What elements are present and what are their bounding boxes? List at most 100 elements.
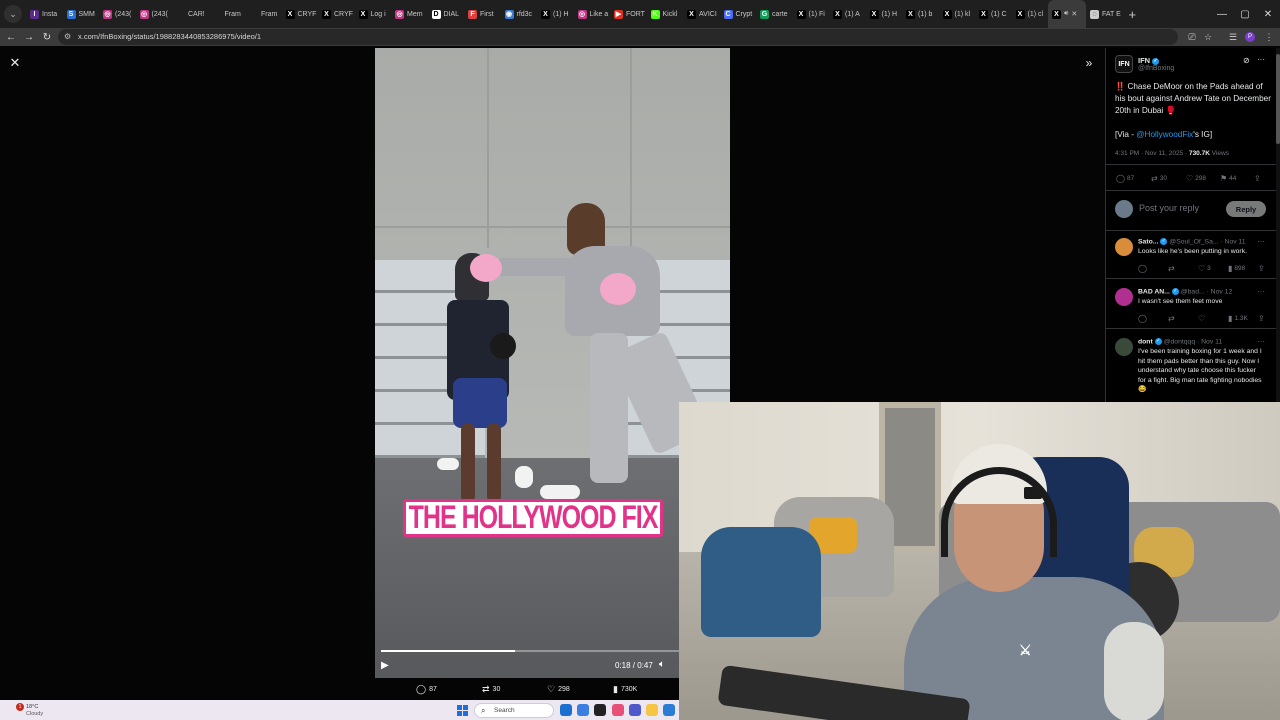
- file-explorer-icon[interactable]: [646, 704, 658, 716]
- site-info-icon[interactable]: ⚙: [64, 32, 71, 41]
- browser-tab[interactable]: ◎ (243(: [136, 0, 173, 28]
- reply-author-name[interactable]: dont: [1138, 338, 1153, 345]
- browser-menu-icon[interactable]: ⋮: [1262, 30, 1276, 44]
- browser-tab[interactable]: ▶ FORT: [610, 0, 647, 28]
- play-icon[interactable]: ▶: [381, 660, 393, 672]
- weather-widget[interactable]: 1 18°C Cloudy: [14, 703, 54, 719]
- browser-tab[interactable]: C Crypt: [720, 0, 757, 28]
- reply-date[interactable]: · Nov 12: [1207, 288, 1233, 295]
- close-window-icon[interactable]: ✕: [1256, 0, 1280, 28]
- forward-icon[interactable]: →: [22, 30, 36, 44]
- speaker-icon[interactable]: 🔊︎: [1064, 10, 1068, 18]
- extensions-icon[interactable]: ☰: [1226, 30, 1240, 44]
- likes-stat[interactable]: ♡ 298: [547, 683, 570, 695]
- taskbar-search[interactable]: ⌕ Search: [474, 703, 554, 718]
- reply-action[interactable]: ⇪: [1258, 314, 1267, 323]
- browser-tab[interactable]: X CRYF: [282, 0, 319, 28]
- reply-button[interactable]: Reply: [1226, 201, 1266, 217]
- browser-tab[interactable]: X (1) Fi: [793, 0, 830, 28]
- reply-author-handle[interactable]: @dontqqq: [1164, 338, 1195, 345]
- author-name[interactable]: IFN ✓: [1138, 56, 1160, 65]
- copilot-app-icon[interactable]: [577, 704, 589, 716]
- terminal-app-icon[interactable]: [594, 704, 606, 716]
- reply-author-name[interactable]: BAD AN...: [1138, 288, 1170, 295]
- sidebar-scrollbar[interactable]: [1276, 48, 1280, 403]
- author-avatar[interactable]: IFN: [1115, 55, 1133, 73]
- profile-avatar[interactable]: P: [1243, 30, 1257, 44]
- reply-action[interactable]: ▮ 898: [1228, 264, 1245, 273]
- browser-tab[interactable]: ◎ (243(: [99, 0, 136, 28]
- browser-tab[interactable]: F First: [464, 0, 501, 28]
- reply-date[interactable]: · Nov 11: [1220, 238, 1245, 245]
- url-bar[interactable]: ⚙ x.com/IfnBoxing/status/198828344085328…: [58, 29, 1178, 45]
- browser-tab[interactable]: ◉ rfd3c: [501, 0, 538, 28]
- close-media-viewer-icon[interactable]: ✕: [8, 55, 22, 70]
- share-icon[interactable]: ⇪: [1254, 174, 1263, 183]
- tweet-like-action[interactable]: ♡ 298: [1186, 174, 1206, 183]
- reply-input[interactable]: Post your reply: [1139, 203, 1199, 213]
- browser-tab[interactable]: X (1) H: [537, 0, 574, 28]
- browser-tab[interactable]: X (1) H: [866, 0, 903, 28]
- cast-icon[interactable]: ⎚: [1185, 30, 1199, 44]
- browser-tab[interactable]: I Insta: [26, 0, 63, 28]
- more-options-icon[interactable]: ···: [1257, 55, 1265, 64]
- reply-action[interactable]: ◯: [1138, 264, 1149, 273]
- close-tab-icon[interactable]: ✕: [1071, 10, 1077, 18]
- my-avatar[interactable]: [1115, 200, 1133, 218]
- via-mention-link[interactable]: @HollywoodFix: [1136, 130, 1193, 139]
- browser-tab[interactable]: ◎ Mem: [391, 0, 428, 28]
- reply-more-icon[interactable]: ···: [1257, 237, 1265, 246]
- back-icon[interactable]: ←: [4, 30, 18, 44]
- reply-action[interactable]: ⇪: [1258, 264, 1267, 273]
- reload-icon[interactable]: ↻: [40, 30, 54, 44]
- maximize-icon[interactable]: ▢: [1233, 0, 1257, 28]
- windows-start-icon[interactable]: [457, 705, 468, 716]
- toggle-sidebar-icon[interactable]: »: [1082, 56, 1096, 70]
- browser-tab[interactable]: S SMM: [63, 0, 100, 28]
- edge-app-icon[interactable]: [612, 704, 624, 716]
- browser-tab[interactable]: ◎ Like a: [574, 0, 611, 28]
- browser-tab[interactable]: CAR!: [172, 0, 209, 28]
- tweet-repost-action[interactable]: ⇄ 30: [1151, 174, 1167, 183]
- browser-tab[interactable]: X (1) A: [829, 0, 866, 28]
- browser-tab[interactable]: ◌ FAT E: [1086, 0, 1123, 28]
- reply-action[interactable]: ⇄: [1168, 314, 1177, 323]
- video-progress-bar[interactable]: [381, 650, 679, 652]
- reply-avatar[interactable]: [1115, 338, 1133, 356]
- browser-tab[interactable]: X (1) b: [902, 0, 939, 28]
- browser-tab[interactable]: K Kickl: [647, 0, 684, 28]
- reply-action[interactable]: ▮ 1.3K: [1228, 314, 1248, 323]
- tweet-reply-action[interactable]: ◯ 87: [1116, 174, 1134, 183]
- minimize-icon[interactable]: —: [1210, 0, 1234, 28]
- browser-tab[interactable]: X AVICI: [683, 0, 720, 28]
- video-player[interactable]: THE HOLLYWOOD FIX ▶ 0:18 / 0:47 🔈︎: [375, 48, 730, 678]
- browser-tab[interactable]: Gcarte: [756, 0, 793, 28]
- views-stat[interactable]: ▮ 730K: [613, 683, 637, 695]
- author-handle[interactable]: @IfnBoxing: [1138, 65, 1174, 72]
- reply-action[interactable]: ♡: [1198, 314, 1207, 323]
- grok-icon[interactable]: ⊘: [1243, 56, 1250, 65]
- browser-tab[interactable]: X (1) cl: [1012, 0, 1049, 28]
- reply-more-icon[interactable]: ···: [1257, 337, 1265, 346]
- browser-tab[interactable]: X CRYF: [318, 0, 355, 28]
- browser-tab[interactable]: Fram: [245, 0, 282, 28]
- browser-tab[interactable]: X (1) C: [975, 0, 1012, 28]
- reply-action[interactable]: ◯: [1138, 314, 1149, 323]
- reposts-stat[interactable]: ⇄ 30: [482, 683, 500, 695]
- reply-author-name[interactable]: Sato...: [1138, 238, 1158, 245]
- volume-icon[interactable]: 🔈︎: [659, 659, 665, 670]
- replies-stat[interactable]: ◯ 87: [416, 683, 437, 695]
- widgets-app-icon[interactable]: [560, 704, 572, 716]
- new-tab-icon[interactable]: +: [1129, 7, 1137, 22]
- browser-tab[interactable]: X (1) kl: [939, 0, 976, 28]
- bookmark-star-icon[interactable]: ☆: [1201, 30, 1215, 44]
- tweet-timestamp[interactable]: 4:31 PM · Nov 11, 2025 ·: [1115, 150, 1189, 157]
- tab-search-icon[interactable]: ⌄: [4, 5, 22, 23]
- store-app-icon[interactable]: [663, 704, 675, 716]
- reply-author-handle[interactable]: @bad...: [1181, 288, 1205, 295]
- reply-date[interactable]: · Nov 11: [1197, 338, 1222, 345]
- browser-tab[interactable]: X 🔊︎ ✕: [1048, 0, 1086, 28]
- teams-app-icon[interactable]: [629, 704, 641, 716]
- reply-avatar[interactable]: [1115, 238, 1133, 256]
- browser-tab[interactable]: Fram: [209, 0, 246, 28]
